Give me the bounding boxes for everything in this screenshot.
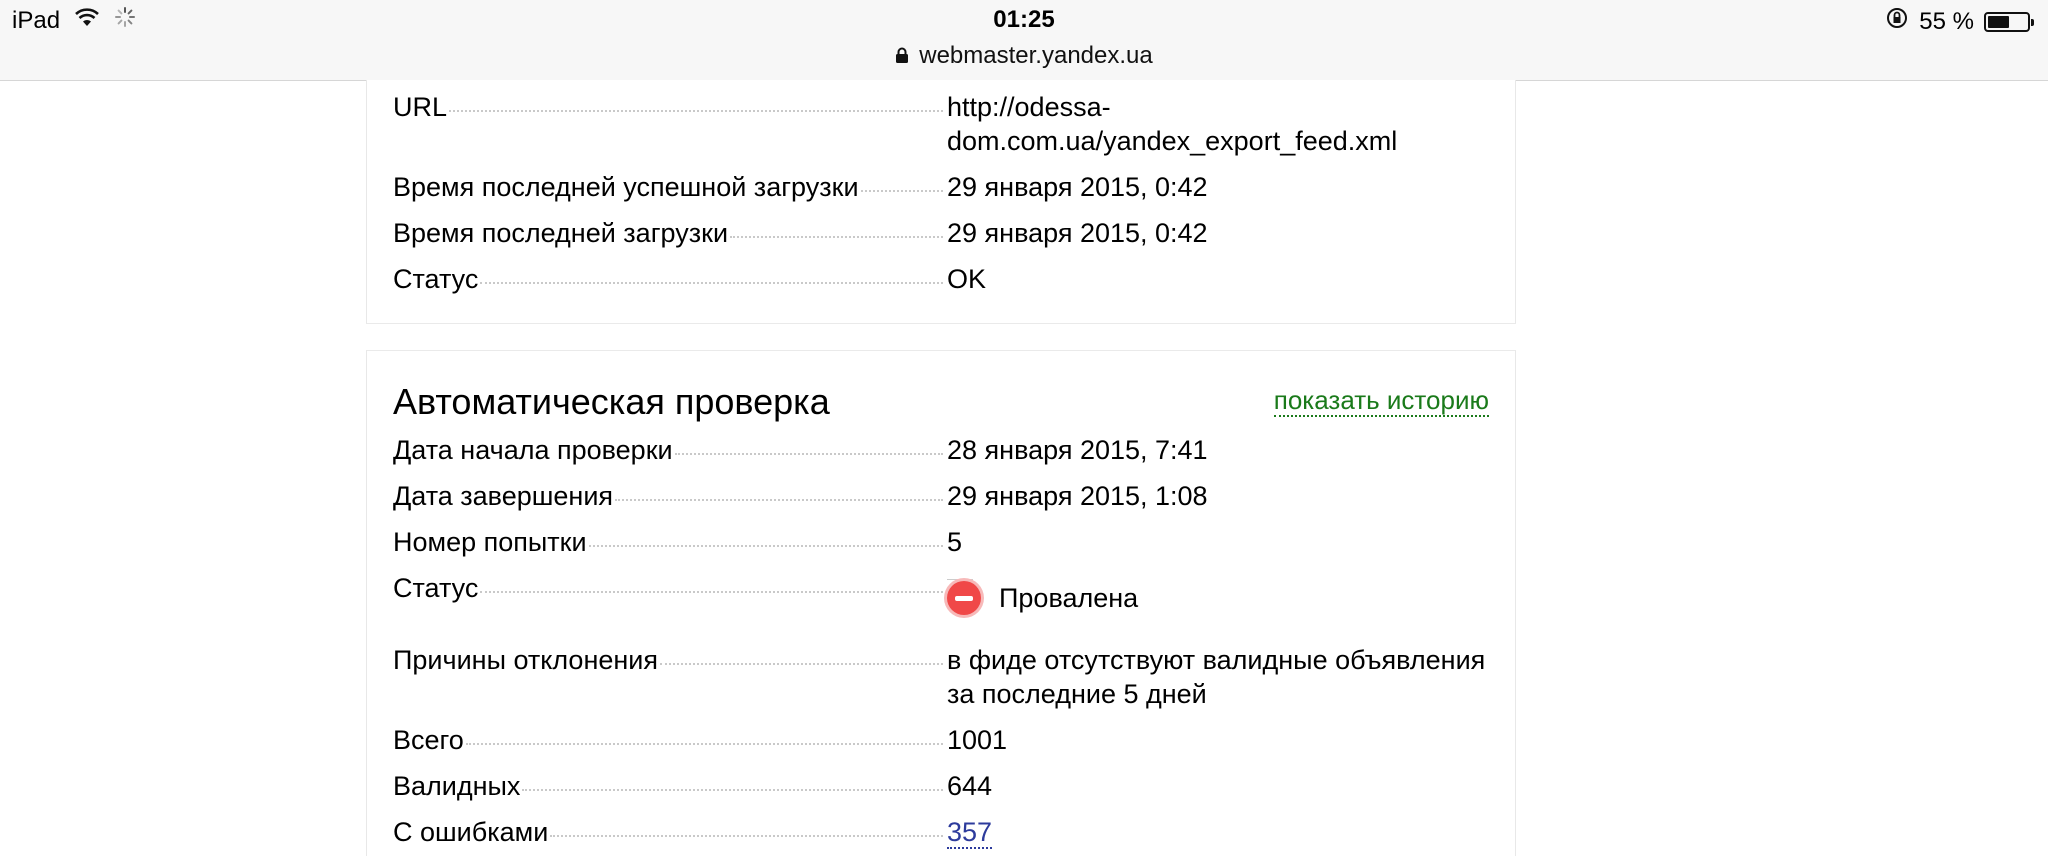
row-value: в фиде отсутствуют валидные объявления з…: [947, 645, 1486, 709]
browser-top-bar: iPad 01:25 55 % webmaster.yandex.ua: [0, 0, 2048, 81]
row-label: Статус: [393, 573, 479, 603]
dotted-leader: [660, 663, 943, 665]
row-value: 28 января 2015, 7:41: [947, 435, 1208, 465]
row-value: http://odessa-dom.com.ua/yandex_export_f…: [947, 92, 1398, 156]
row-value: OK: [947, 264, 987, 294]
dotted-leader: [860, 190, 943, 192]
row-label: Дата начала проверки: [393, 435, 673, 465]
url-domain: webmaster.yandex.ua: [919, 42, 1153, 69]
row-label: Дата завершения: [393, 481, 614, 511]
dotted-leader: [480, 282, 943, 284]
card-title: Автоматическая проверка: [393, 381, 830, 422]
feed-info-card: URL http://odessa-dom.com.ua/yandex_expo…: [366, 80, 1516, 324]
dotted-leader: [674, 453, 943, 455]
status-text: Провалена: [999, 583, 1139, 613]
status-bar-right: 55 %: [1885, 6, 2034, 37]
dotted-leader: [449, 110, 943, 112]
row-value: 357: [947, 815, 1487, 849]
row-value: 1001: [947, 725, 1008, 755]
lock-icon: [895, 42, 909, 70]
show-history-link[interactable]: показать историю: [1273, 385, 1489, 417]
row-label: С ошибками: [393, 817, 549, 847]
clock: 01:25: [993, 6, 1055, 33]
auto-check-card: Автоматическая проверка показать историю…: [366, 350, 1516, 856]
dotted-leader: [588, 545, 943, 547]
row-label: Всего: [393, 725, 464, 755]
address-bar[interactable]: webmaster.yandex.ua: [0, 42, 2048, 70]
row-label: Причины отклонения: [393, 645, 658, 675]
row-label: URL: [393, 92, 448, 122]
row-value: 5: [947, 527, 963, 557]
row-value: Провалена: [947, 571, 1487, 615]
dotted-leader: [465, 743, 943, 745]
dotted-leader: [522, 789, 943, 791]
row-value: 29 января 2015, 0:42: [947, 172, 1208, 202]
battery-percent: 55 %: [1919, 7, 1974, 35]
errors-count-link[interactable]: 357: [947, 817, 993, 849]
row-value: 29 января 2015, 1:08: [947, 481, 1208, 511]
row-value: 644: [947, 771, 993, 801]
divider: [947, 579, 973, 580]
orientation-lock-icon: [1885, 6, 1909, 37]
status-badge: Провалена: [947, 581, 1487, 615]
dotted-leader: [480, 591, 943, 593]
row-label: Время последней успешной загрузки: [393, 172, 859, 202]
row-label: Валидных: [393, 771, 521, 801]
dotted-leader: [615, 499, 943, 501]
row-label: Время последней загрузки: [393, 218, 729, 248]
dotted-leader: [730, 236, 943, 238]
row-value: 29 января 2015, 0:42: [947, 218, 1208, 248]
row-label: Статус: [393, 264, 479, 294]
row-label: Номер попытки: [393, 527, 587, 557]
battery-icon: [1984, 11, 2034, 32]
battery-level: [1988, 15, 2009, 28]
dotted-leader: [550, 835, 943, 837]
error-icon: [947, 581, 981, 615]
